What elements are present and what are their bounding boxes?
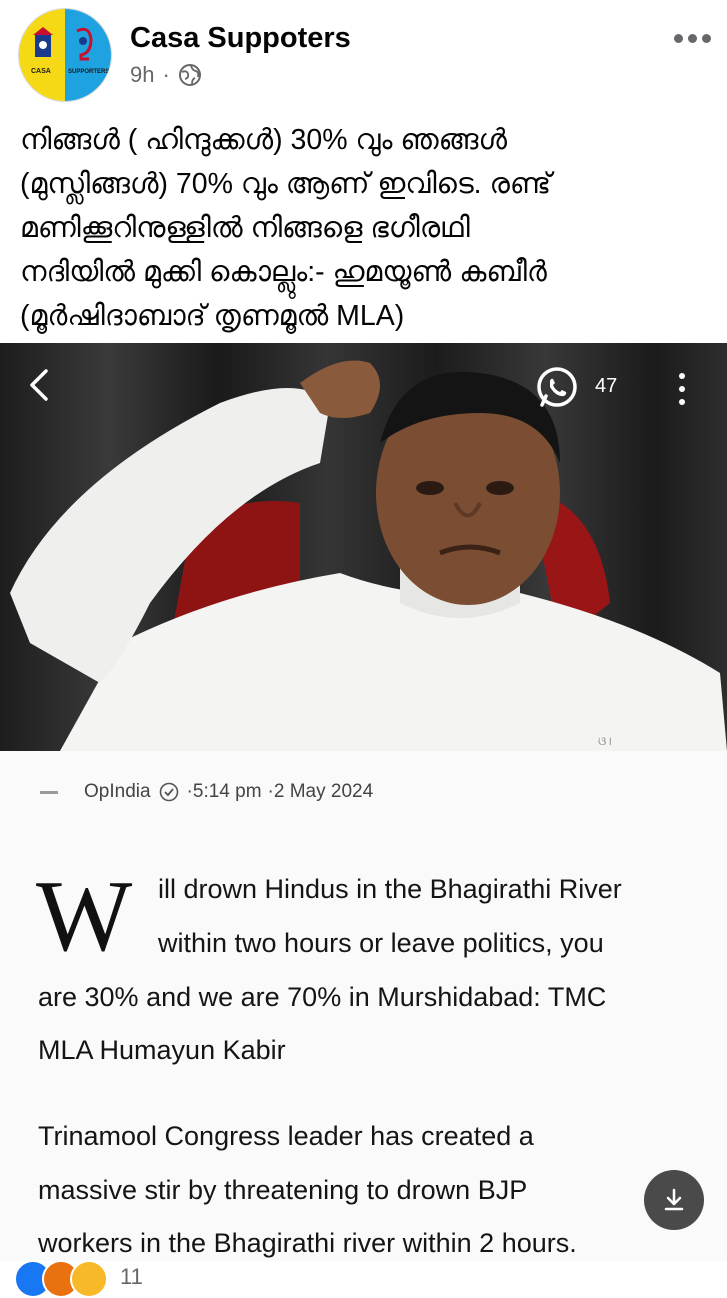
photo-menu-button[interactable]: [672, 369, 692, 409]
article-headline-line: within two hours or leave politics, you: [158, 928, 604, 958]
article-source: OpIndia: [84, 781, 151, 802]
avatar-left-text: CASA: [31, 68, 51, 75]
post-time[interactable]: 9h: [130, 62, 154, 88]
more-dot-icon: [701, 33, 711, 43]
caption-line: (മുസ്ലിങ്ങൾ) 70% വും ആണ് ഇവിടെ. രണ്ട്: [20, 168, 552, 200]
menu-dot-icon: [679, 399, 685, 405]
article-byline: OpIndia ·5:14 pm ·2 May 2024: [40, 781, 373, 803]
caption-line: നദിയിൽ മുക്കി കൊല്ലും:- ഹുമയൂൺ കബീർ: [20, 256, 547, 288]
caption-line: നിങ്ങൾ ( ഹിന്ദുക്കൾ) 30% വും ഞങ്ങൾ: [20, 124, 507, 156]
download-button[interactable]: [644, 1170, 704, 1230]
share-count: 47: [595, 375, 618, 397]
avatar-right-text: SUPPORTERS: [68, 69, 109, 75]
post-caption: നിങ്ങൾ ( ഹിന്ദുക്കൾ) 30% വും ഞങ്ങൾ (മുസ്…: [20, 118, 710, 338]
article-headline-line: ill drown Hindus in the Bhagirathi River: [158, 874, 622, 904]
page-avatar[interactable]: CASA SUPPORTERS: [18, 8, 112, 102]
meta-separator: ·: [162, 62, 170, 87]
man-portrait-image: ଓ।: [0, 343, 727, 751]
back-arrow-icon[interactable]: [22, 365, 58, 405]
avatar-logo: CASA SUPPORTERS: [19, 9, 111, 101]
menu-dot-icon: [679, 373, 685, 379]
post-meta: 9h ·: [130, 62, 202, 88]
article-body-line: massive stir by threatening to drown BJP: [38, 1175, 528, 1205]
article-body-line: workers in the Bhagirathi river within 2…: [38, 1228, 577, 1258]
verified-check-icon: [159, 782, 178, 802]
more-dot-icon: [673, 33, 683, 43]
reactions-summary[interactable]: 11: [14, 1260, 143, 1298]
more-options-button[interactable]: [668, 22, 716, 54]
page-name[interactable]: Casa Suppoters: [130, 22, 351, 55]
more-dot-icon: [687, 33, 697, 43]
post-header: CASA SUPPORTERS Casa Suppoters 9h ·: [0, 0, 727, 112]
article-body-line: Trinamool Congress leader has created a: [38, 1121, 534, 1151]
whatsapp-share-icon[interactable]: [534, 365, 580, 411]
globe-icon: [178, 64, 201, 86]
source-logo-icon: [40, 790, 58, 794]
article-screenshot: OpIndia ·5:14 pm ·2 May 2024 W ill drown…: [0, 751, 727, 1261]
menu-dot-icon: [679, 386, 685, 392]
article-headline-line: MLA Humayun Kabir: [38, 1035, 286, 1065]
haha-reaction-icon: [70, 1260, 108, 1298]
reaction-count: 11: [120, 1264, 143, 1289]
caption-line: (മൂർഷിദാബാദ് തൃണമൂൽ MLA): [20, 300, 405, 332]
svg-text:ଓ।: ଓ।: [598, 734, 612, 748]
caption-line: മണിക്കൂറിനുള്ളിൽ നിങ്ങളെ ഭഗീരഥി: [20, 212, 470, 244]
article-time: ·5:14 pm: [186, 781, 262, 802]
article-headline-line: are 30% and we are 70% in Murshidabad: T…: [38, 982, 607, 1012]
download-arrow-icon: [664, 1188, 684, 1211]
drop-cap: W: [36, 860, 133, 973]
article-date: ·2 May 2024: [267, 781, 374, 802]
post-photo[interactable]: ଓ। 47: [0, 343, 727, 751]
